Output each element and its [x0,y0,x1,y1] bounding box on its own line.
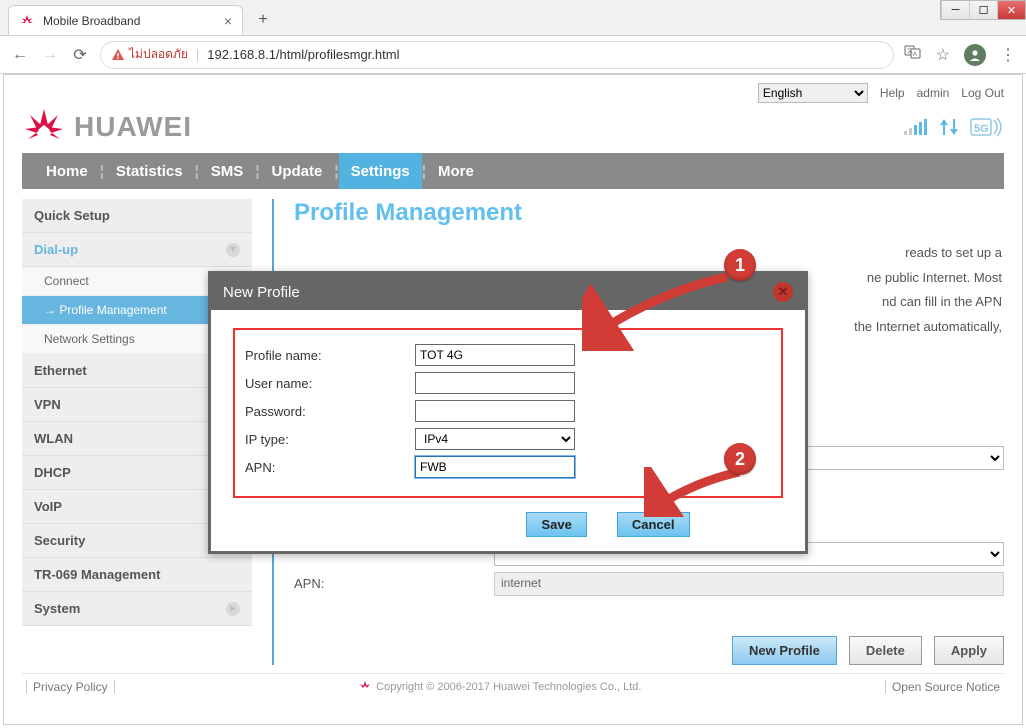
maximize-button[interactable]: ☐ [969,1,997,19]
kebab-menu-icon[interactable]: ⋮ [1000,45,1016,65]
privacy-link[interactable]: Privacy Policy [26,680,115,694]
svg-text:5G: 5G [974,123,989,135]
status-icons: 5G [904,116,1004,138]
five-g-icon: 5G [970,116,1004,138]
chevron-down-icon: ▾ [226,243,240,257]
annotation-badge-2: 2 [724,443,756,475]
translate-icon[interactable]: 文A [904,43,922,66]
warning-triangle-icon [111,48,125,62]
nav-more[interactable]: More [426,153,486,189]
modal-close-button[interactable]: ✕ [773,282,793,302]
profile-avatar[interactable] [964,44,986,66]
browser-tab[interactable]: Mobile Broadband × [8,5,243,35]
bg-apn-row: APN: internet [294,572,1004,596]
reload-button[interactable]: ⟳ [70,45,90,65]
url-text: 192.168.8.1/html/profilesmgr.html [207,47,399,62]
close-window-button[interactable]: ✕ [997,1,1025,19]
signal-bars-icon [904,117,928,137]
chevron-right-icon: ▸ [226,602,240,616]
page-viewport: English Help admin Log Out HUAWEI [3,74,1023,725]
minimize-button[interactable]: ─ [941,1,969,19]
tab-close-icon[interactable]: × [224,13,232,29]
address-bar: ← → ⟳ ไม่ปลอดภัย | 192.168.8.1/html/prof… [0,36,1026,74]
apn-input[interactable] [415,456,575,478]
save-button[interactable]: Save [526,512,586,537]
footer: Privacy Policy Copyright © 2006-2017 Hua… [22,673,1004,700]
user-name-label: User name: [245,376,415,391]
apn-label: APN: [294,576,494,591]
password-input[interactable] [415,400,575,422]
user-name-input[interactable] [415,372,575,394]
ip-type-label: IP type: [245,432,415,447]
back-button[interactable]: ← [10,46,30,64]
insecure-warning: ไม่ปลอดภัย [111,45,188,64]
new-tab-button[interactable]: + [249,6,277,34]
help-link[interactable]: Help [880,86,905,100]
forward-button[interactable]: → [40,46,60,64]
nav-home[interactable]: Home [34,153,100,189]
oss-link[interactable]: Open Source Notice [885,680,1000,694]
url-field[interactable]: ไม่ปลอดภัย | 192.168.8.1/html/profilesmg… [100,41,894,69]
apn-label-modal: APN: [245,460,415,475]
nav-sms[interactable]: SMS [199,153,256,189]
star-icon[interactable]: ☆ [936,45,950,65]
delete-button[interactable]: Delete [849,636,922,665]
admin-link[interactable]: admin [917,86,950,100]
logout-link[interactable]: Log Out [961,86,1004,100]
sidebar-dial-up[interactable]: Dial-up▾ [22,233,252,267]
sidebar-tr069[interactable]: TR-069 Management [22,558,252,592]
updown-arrows-icon [938,117,960,137]
page-title: Profile Management [294,199,1004,227]
sidebar-quick-setup[interactable]: Quick Setup [22,199,252,233]
tab-bar: Mobile Broadband × + [0,0,1026,36]
nav-settings[interactable]: Settings [339,153,422,189]
action-buttons: New Profile Delete Apply [294,636,1004,665]
brand-name: HUAWEI [74,111,192,143]
tab-title: Mobile Broadband [43,14,140,28]
profile-name-label: Profile name: [245,348,415,363]
huawei-logo-icon [22,107,66,147]
apn-readonly: internet [494,572,1004,596]
ip-type-select[interactable]: IPv4 [415,428,575,450]
profile-name-input[interactable] [415,344,575,366]
annotation-arrow-1 [582,271,742,351]
language-select[interactable]: English [758,83,868,103]
main-nav: Home¦ Statistics¦ SMS¦ Update¦ Settings¦… [22,153,1004,189]
brand-logo: HUAWEI [22,107,192,147]
password-label: Password: [245,404,415,419]
new-profile-button[interactable]: New Profile [732,636,837,665]
svg-text:A: A [913,52,917,58]
top-utility-row: English Help admin Log Out [22,83,1004,103]
huawei-favicon [19,13,35,29]
nav-statistics[interactable]: Statistics [104,153,195,189]
modal-title: New Profile [223,284,300,301]
nav-update[interactable]: Update [260,153,335,189]
huawei-small-icon [358,680,372,694]
sidebar-system[interactable]: System▸ [22,592,252,626]
apply-button[interactable]: Apply [934,636,1004,665]
annotation-badge-1: 1 [724,249,756,281]
window-controls: ─ ☐ ✕ [940,0,1026,20]
copyright: Copyright © 2006-2017 Huawei Technologie… [358,680,641,694]
